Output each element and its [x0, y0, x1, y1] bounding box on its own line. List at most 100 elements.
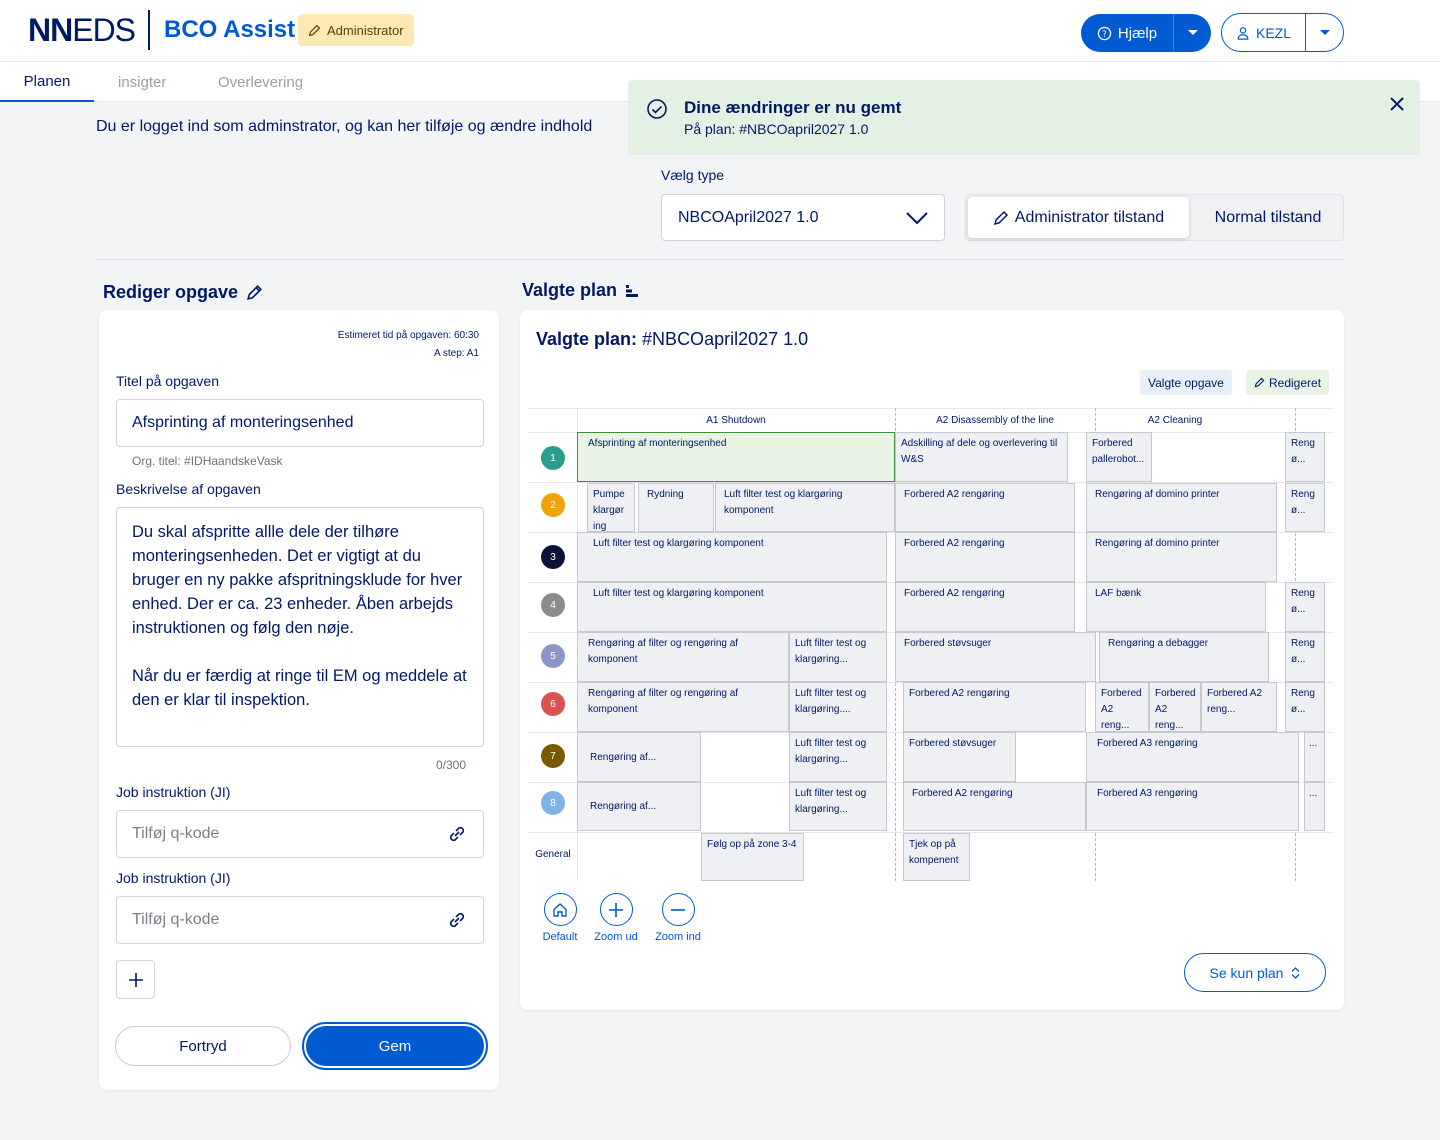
- gantt-task[interactable]: Luft filter test og klargøring....: [789, 682, 887, 732]
- cancel-button[interactable]: Fortryd: [115, 1026, 291, 1066]
- ji-input-2-placeholder: Tilføj q-kode: [132, 911, 220, 928]
- type-select-label: Vælg type: [661, 167, 725, 183]
- pencil-icon: [993, 210, 1008, 225]
- row-number: 5: [541, 644, 565, 668]
- link-icon[interactable]: [446, 823, 468, 845]
- gantt-task[interactable]: Rengøring af domino printer: [1086, 483, 1277, 532]
- link-icon[interactable]: [446, 909, 468, 931]
- gantt-task[interactable]: Forbered A2 rengøring: [903, 782, 1086, 831]
- save-button[interactable]: Gem: [302, 1022, 488, 1070]
- section-divider: [96, 259, 1344, 260]
- title-input[interactable]: Afsprinting af monteringsenhed: [116, 399, 484, 447]
- help-dropdown-caret[interactable]: [1173, 14, 1211, 52]
- gantt-task[interactable]: LAF bænk: [1086, 582, 1266, 632]
- gantt-task[interactable]: Tjek op på kompenent: [903, 833, 970, 881]
- description-textarea[interactable]: Du skal afspritte allle dele der tilhøre…: [116, 507, 484, 747]
- gantt-task[interactable]: Forbered A2 rengøring: [903, 682, 1086, 732]
- role-badge: Administrator: [298, 14, 414, 46]
- tab-overlevering[interactable]: Overlevering: [218, 62, 303, 102]
- type-select[interactable]: NBCOApril2027 1.0: [661, 194, 945, 241]
- ji-input-1-placeholder: Tilføj q-kode: [132, 825, 220, 842]
- gantt-task[interactable]: Luft filter test og klargøring komponent: [577, 582, 887, 632]
- help-button[interactable]: ? Hjælp: [1081, 14, 1211, 52]
- home-icon: [543, 893, 577, 926]
- zoom-in-button[interactable]: Zoom ind: [653, 893, 703, 943]
- gantt-task[interactable]: Rydning: [638, 483, 714, 532]
- top-bar: NNEDS BCO Assist Administrator ? Hjælp K…: [0, 0, 1440, 62]
- pencil-icon: [308, 24, 321, 36]
- close-icon[interactable]: [1390, 94, 1404, 117]
- gantt-task[interactable]: Rengøring af...: [577, 782, 701, 831]
- gantt-task[interactable]: Rengøring af...: [577, 732, 701, 782]
- user-menu-button[interactable]: KEZL: [1221, 13, 1344, 52]
- row-number: 2: [541, 493, 565, 517]
- question-circle-icon: ?: [1097, 26, 1112, 40]
- row-number: 1: [541, 446, 565, 470]
- tab-insigter[interactable]: insigter: [118, 62, 166, 102]
- edited-tag[interactable]: Redigeret: [1246, 370, 1330, 395]
- user-dropdown-caret[interactable]: [1305, 14, 1343, 51]
- gantt-icon: [626, 284, 639, 297]
- nneds-logo[interactable]: NNEDS: [28, 12, 136, 49]
- gantt-task[interactable]: Reng ø...: [1285, 483, 1325, 532]
- gantt-task[interactable]: Rengøring af domino printer: [1086, 532, 1277, 582]
- gantt-task[interactable]: Pumpe klargør ing: [587, 483, 635, 532]
- gantt-task[interactable]: Forbered A2 reng...: [1095, 682, 1149, 732]
- mode-admin-button[interactable]: Administrator tilstand: [968, 197, 1189, 238]
- gantt-task[interactable]: Forbered A2 rengøring: [895, 532, 1075, 582]
- gantt-task[interactable]: Forbered A3 rengøring: [1086, 782, 1299, 831]
- plan-card-title-bold: Valgte plan:: [536, 329, 638, 349]
- zoom-in-label: Zoom ind: [655, 931, 701, 943]
- gantt-task[interactable]: ...: [1304, 782, 1325, 831]
- gantt-task[interactable]: Luft filter test og klargøring komponent: [577, 532, 887, 582]
- gantt-task[interactable]: Luft filter test og klargøring komponent: [715, 483, 895, 532]
- tab-planen[interactable]: Planen: [0, 62, 94, 102]
- gantt-task[interactable]: Rengøring af filter og rengøring af komp…: [577, 682, 789, 732]
- gantt-task[interactable]: ...: [1304, 732, 1325, 782]
- gantt-task[interactable]: Rengøring af filter og rengøring af komp…: [577, 632, 789, 682]
- row-number: 7: [541, 744, 565, 768]
- gantt-task[interactable]: Følg op på zone 3-4: [701, 833, 804, 881]
- selected-task-tag[interactable]: Valgte opgave: [1140, 370, 1232, 395]
- gantt-task[interactable]: Reng ø...: [1285, 632, 1325, 682]
- mode-normal-button[interactable]: Normal tilstand: [1194, 197, 1342, 238]
- gantt-task[interactable]: Forbered A3 rengøring: [1086, 732, 1299, 782]
- gantt-task[interactable]: Forbered A2 rengøring: [895, 582, 1075, 632]
- gantt-task[interactable]: Forbered A2 rengøring: [895, 483, 1075, 532]
- gantt-task[interactable]: Luft filter test og klargøring...: [789, 732, 887, 782]
- mode-admin-label: Administrator tilstand: [1014, 208, 1165, 226]
- gantt-task[interactable]: Forbered støvsuger: [895, 632, 1096, 682]
- zoom-out-button[interactable]: Zoom ud: [591, 893, 641, 943]
- gantt-task[interactable]: Forbered støvsuger: [903, 732, 1016, 782]
- ji-input-1[interactable]: Tilføj q-kode: [116, 810, 484, 858]
- pencil-icon[interactable]: [246, 284, 263, 301]
- ji-input-2[interactable]: Tilføj q-kode: [116, 896, 484, 944]
- edit-section-title: Rediger opgave: [103, 282, 263, 303]
- view-plan-only-button[interactable]: Se kun plan: [1184, 953, 1326, 992]
- gantt-task[interactable]: Reng ø...: [1285, 432, 1325, 482]
- gantt-task[interactable]: Forbered A2 reng...: [1201, 682, 1277, 732]
- zoom-default-button[interactable]: Default: [535, 893, 585, 943]
- chevron-up-down-icon: [1292, 966, 1300, 979]
- row-number: 6: [541, 692, 565, 716]
- plan-section-title: Valgte plan: [522, 280, 639, 301]
- estimate-time: Estimeret tid på opgaven: 60:30: [337, 330, 479, 341]
- minus-icon: [661, 893, 695, 926]
- gantt-task-selected[interactable]: Afsprinting af monteringsenhed: [577, 432, 895, 482]
- title-label: Titel på opgaven: [116, 373, 219, 389]
- gantt-task[interactable]: Adskilling af dele og overlevering til W…: [895, 432, 1068, 482]
- phase-header: A2 Disassembly of the line: [936, 414, 1054, 426]
- edited-tag-label: Redigeret: [1269, 375, 1322, 390]
- gantt-chart: A1 Shutdown A2 Disassembly of the line A…: [529, 408, 1333, 881]
- ji-label-2: Job instruktion (JI): [116, 870, 231, 886]
- add-ji-button[interactable]: [116, 960, 155, 999]
- gantt-task[interactable]: Forbered A2 reng...: [1149, 682, 1201, 732]
- gantt-task[interactable]: Reng ø...: [1285, 682, 1325, 732]
- gantt-task[interactable]: Rengøring a debagger: [1099, 632, 1269, 682]
- gantt-task[interactable]: Reng ø...: [1285, 582, 1325, 632]
- mode-toggle: Administrator tilstand Normal tilstand: [965, 194, 1344, 241]
- phase-header: A1 Shutdown: [706, 414, 766, 426]
- gantt-task[interactable]: Forbered pallerobot...: [1086, 432, 1152, 482]
- gantt-task[interactable]: Luft filter test og klargøring...: [789, 632, 887, 682]
- gantt-task[interactable]: Luft filter test og klargøring...: [789, 782, 887, 831]
